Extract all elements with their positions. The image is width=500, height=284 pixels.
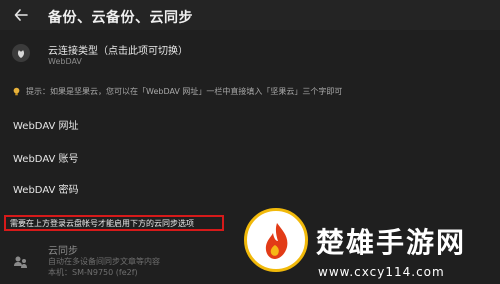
- cloud-type-label: 云连接类型（点击此项可切换）: [48, 46, 188, 57]
- watermark-site-name: 楚雄手游网: [316, 226, 467, 259]
- page-title: 备份、云备份、云同步: [48, 10, 193, 26]
- cloud-leaf-icon: [12, 44, 30, 62]
- tip-text-row: 提示：如果是坚果云，您可以在「WebDAV 网址」一栏中直接填入「坚果云」三个字…: [12, 86, 342, 97]
- sync-description: 自动在多设备间同步文章等内容: [48, 257, 160, 266]
- lightbulb-icon: [13, 87, 20, 96]
- login-required-notice: 需要在上方登录云盘帐号才能启用下方的云同步选项: [4, 215, 224, 231]
- flame-logo-icon: [265, 223, 288, 259]
- cloud-type-row[interactable]: 云连接类型（点击此项可切换） WebDAV: [0, 38, 500, 74]
- sync-title: 云同步: [48, 246, 78, 257]
- arrow-left-icon[interactable]: [11, 5, 31, 25]
- cloud-type-value: WebDAV: [48, 57, 82, 66]
- webdav-url-field[interactable]: WebDAV 网址: [13, 117, 79, 132]
- watermark-logo: [244, 208, 308, 272]
- tip-text: 提示：如果是坚果云，您可以在「WebDAV 网址」一栏中直接填入「坚果云」三个字…: [26, 87, 343, 96]
- app-bar: 备份、云备份、云同步: [0, 0, 500, 30]
- webdav-account-field[interactable]: WebDAV 账号: [13, 150, 79, 165]
- webdav-password-field[interactable]: WebDAV 密码: [13, 181, 79, 196]
- watermark-site-url: www.cxcy114.com: [318, 265, 445, 279]
- sync-device: 本机：SM-N9750 (fe2f): [48, 268, 138, 277]
- sync-users-icon: [14, 256, 27, 268]
